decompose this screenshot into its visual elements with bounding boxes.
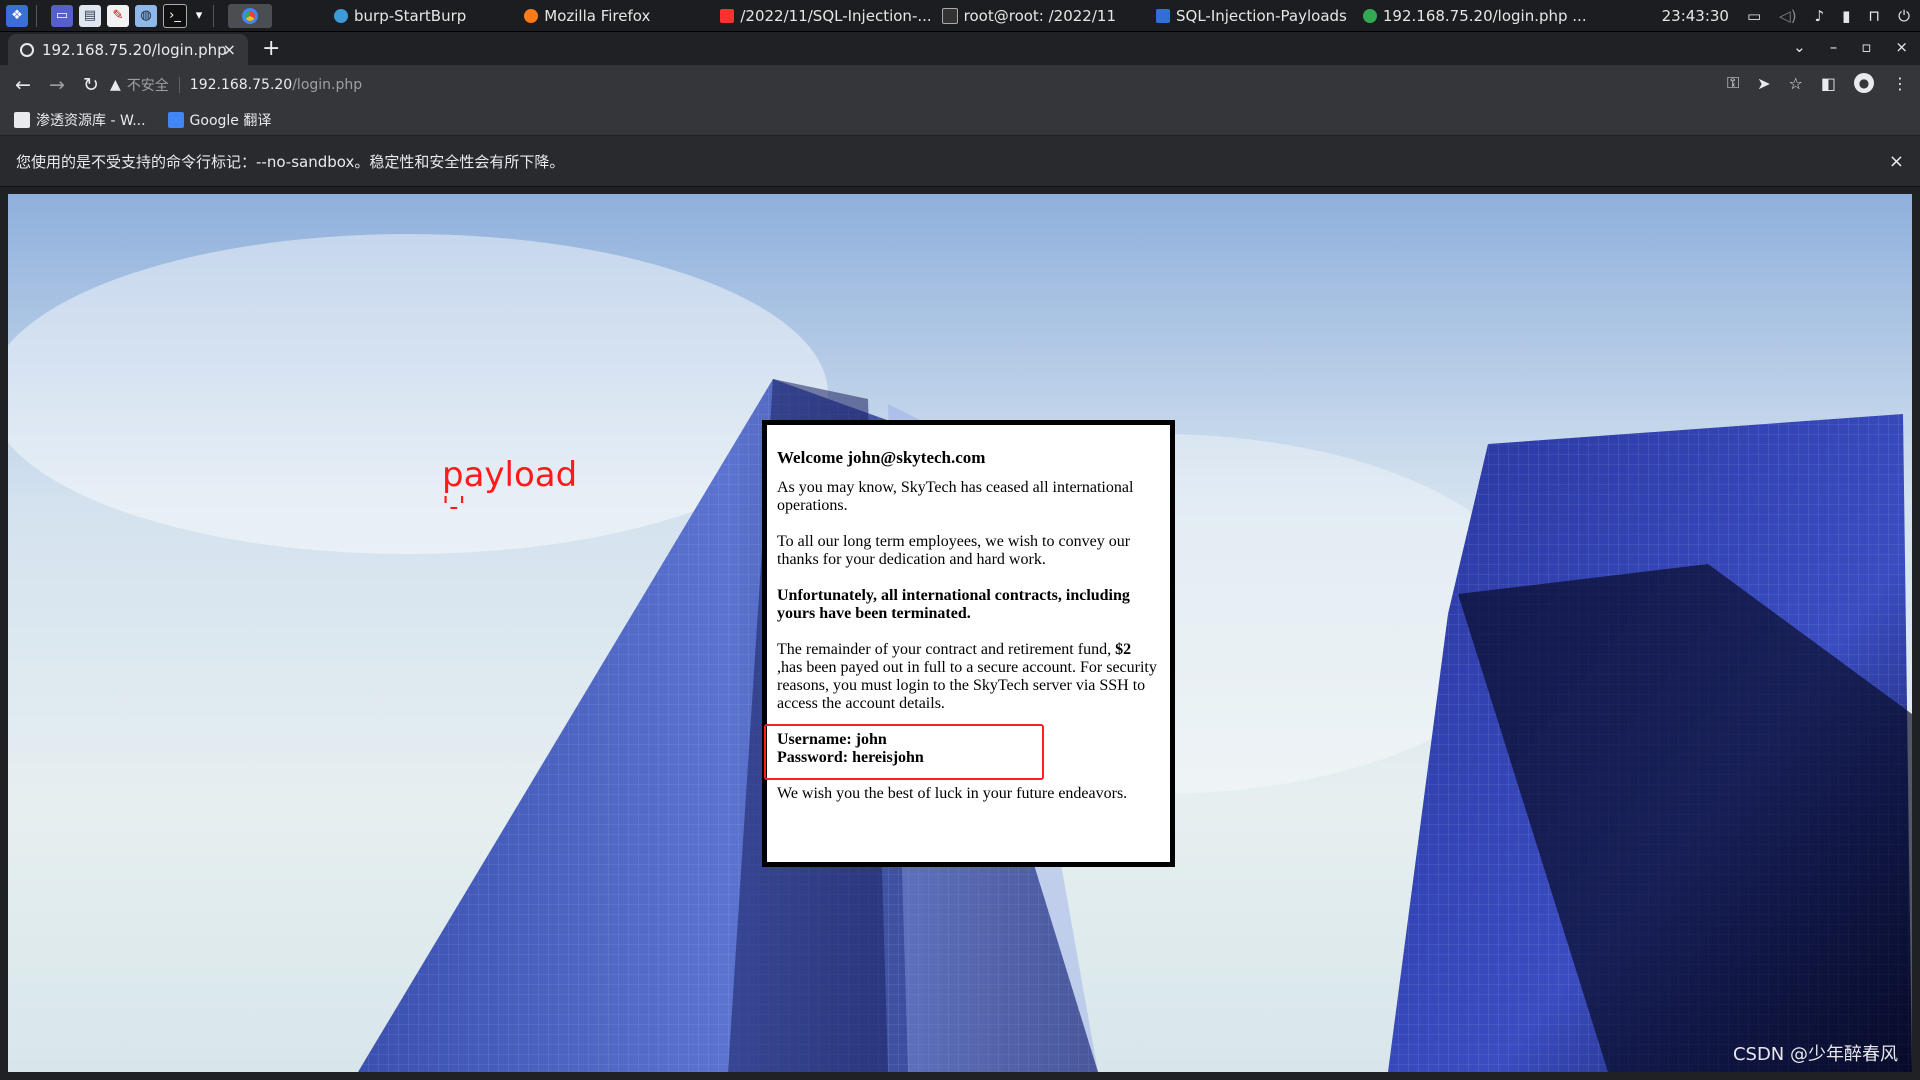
welcome-heading: Welcome john@skytech.com	[777, 448, 986, 467]
volume-icon[interactable]: ◁)	[1779, 7, 1796, 25]
globe-icon	[20, 42, 34, 57]
browser-globe-icon[interactable]: ◍	[135, 4, 157, 27]
desktop-icon[interactable]: ▭	[51, 4, 73, 27]
power-icon[interactable]: ⏻	[1898, 7, 1910, 25]
payload-annotation: payload '-'	[442, 456, 577, 520]
key-icon[interactable]: ⚿	[1727, 73, 1739, 93]
google-translate-icon	[167, 112, 184, 128]
bookmark-label: Google 翻译	[189, 113, 272, 129]
forward-button[interactable]: →	[46, 74, 68, 96]
fund-text-post: ,has been payed out in full to a secure …	[777, 659, 1157, 712]
close-window-icon[interactable]: ×	[1895, 38, 1908, 56]
infobar-message: 您使用的是不受支持的命令行标记：--no-sandbox。稳定性和安全性会有所下…	[16, 152, 565, 171]
url-host: 192.168.75.20	[189, 77, 293, 93]
bookmark-item[interactable]: 渗透资源库 - W...	[14, 110, 146, 130]
text-editor-icon[interactable]: ✎	[107, 4, 129, 27]
watermark: CSDN @少年醉春风	[1732, 1044, 1898, 1065]
infobar: 您使用的是不受支持的命令行标记：--no-sandbox。稳定性和安全性会有所下…	[0, 136, 1920, 187]
taskbar-task-label: /2022/11/SQL-Injection-...	[740, 6, 932, 25]
taskbar: ❖ ▭ ▤ ✎ ◍ ›_ ▾ burp-StartBurp Mozilla Fi…	[0, 0, 1920, 32]
close-icon[interactable]: ×	[1889, 151, 1904, 172]
fund-text-pre: The remainder of your contract and retir…	[777, 641, 1116, 658]
taskbar-separator	[213, 4, 214, 27]
welcome-card: Welcome john@skytech.com As you may know…	[762, 420, 1175, 867]
taskbar-task-label: root@root: /2022/11	[963, 6, 1116, 25]
paragraph-closing: We wish you the best of luck in your fut…	[777, 785, 1128, 802]
taskbar-task-label: SQL-Injection-Payloads	[1176, 6, 1347, 25]
chevron-down-icon[interactable]: ▾	[193, 5, 205, 27]
close-icon[interactable]: ×	[223, 40, 236, 59]
taskbar-task-firefox[interactable]: Mozilla Firefox	[524, 7, 650, 25]
tab-title: 192.168.75.20/login.php	[42, 40, 227, 59]
paragraph-terminated: Unfortunately, all international contrac…	[777, 587, 1160, 623]
security-label[interactable]: 不安全	[127, 75, 169, 95]
payload-label: payload	[442, 455, 578, 495]
battery-icon[interactable]: ▮	[1842, 7, 1850, 25]
bookmarks-bar: 渗透资源库 - W... Google 翻译	[0, 105, 1920, 136]
bookmark-item[interactable]: Google 翻译	[167, 110, 272, 130]
browser-toolbar: ← → ↻ ▲ 不安全 192.168.75.20 /login.php ⚿ ➤…	[0, 65, 1920, 105]
address-bar[interactable]: ▲ 不安全 192.168.75.20 /login.php	[110, 70, 1710, 100]
taskbar-task-label: 192.168.75.20/login.php ...	[1382, 6, 1587, 25]
tab-search-icon[interactable]: ⌄	[1793, 38, 1806, 56]
bookmark-label: 渗透资源库 - W...	[36, 113, 146, 129]
paragraph-fund: The remainder of your contract and retir…	[777, 641, 1160, 713]
taskbar-task-chrome[interactable]: 192.168.75.20/login.php ...	[1362, 6, 1587, 25]
taskbar-task-editor[interactable]: /2022/11/SQL-Injection-...	[720, 6, 932, 25]
terminated-text: Unfortunately, all international contrac…	[777, 587, 1130, 622]
firefox-icon	[524, 8, 539, 23]
menu-icon[interactable]: ⋮	[1892, 74, 1908, 93]
tab-login[interactable]: 192.168.75.20/login.php ×	[8, 34, 248, 65]
send-icon[interactable]: ➤	[1757, 74, 1770, 93]
side-panel-icon[interactable]: ◧	[1821, 74, 1836, 93]
terminal-icon[interactable]: ›_	[163, 3, 187, 28]
chrome-icon	[1362, 8, 1377, 23]
kali-menu-icon[interactable]: ❖	[6, 4, 28, 27]
system-tray: 23:43:30 ▭ ◁) ♪ ▮ ⊓ ⏻	[1662, 0, 1910, 31]
taskbar-task-terminal[interactable]: root@root: /2022/11	[941, 6, 1116, 25]
file-manager-icon[interactable]: ▤	[79, 4, 101, 27]
taskbar-task-folder[interactable]: SQL-Injection-Payloads	[1156, 7, 1347, 25]
paragraph-operations: As you may know, SkyTech has ceased all …	[777, 479, 1134, 514]
url-path: /login.php	[292, 77, 363, 93]
bookmark-favicon-icon	[14, 112, 30, 128]
document-icon	[720, 8, 735, 23]
warning-icon[interactable]: ▲	[110, 77, 121, 93]
paragraph-thanks: To all our long term employees, we wish …	[777, 533, 1131, 568]
taskbar-task-label: burp-StartBurp	[354, 6, 467, 25]
page-viewport: payload '-' Welcome john@skytech.com As …	[8, 194, 1912, 1072]
chrome-logo-icon	[242, 7, 258, 24]
profile-avatar-icon[interactable]: ●	[1854, 73, 1874, 93]
reload-button[interactable]: ↻	[80, 74, 102, 96]
payload-value: '-'	[442, 492, 466, 522]
fund-amount: $2	[1115, 641, 1132, 658]
bell-icon[interactable]: ♪	[1815, 7, 1825, 25]
back-button[interactable]: ←	[12, 74, 34, 96]
taskbar-separator	[36, 4, 37, 27]
tab-bar: 192.168.75.20/login.php × + ⌄ – ▫ ×	[0, 32, 1920, 65]
omnibox-divider	[178, 77, 180, 93]
toolbar-actions: ⚿ ➤ ☆ ◧ ● ⋮	[1727, 73, 1908, 93]
clock[interactable]: 23:43:30	[1662, 7, 1729, 25]
taskbar-task-burp[interactable]: burp-StartBurp	[334, 7, 466, 25]
burp-icon	[334, 8, 348, 23]
new-tab-button[interactable]: +	[262, 36, 280, 61]
chrome-icon[interactable]	[228, 3, 272, 28]
star-icon[interactable]: ☆	[1789, 74, 1803, 93]
window-controls: ⌄ – ▫ ×	[1793, 38, 1908, 56]
terminal-icon	[941, 7, 958, 24]
lock-icon[interactable]: ⊓	[1868, 7, 1880, 25]
display-icon[interactable]: ▭	[1747, 7, 1761, 25]
folder-icon	[1156, 8, 1170, 23]
minimize-icon[interactable]: –	[1830, 38, 1838, 56]
maximize-icon[interactable]: ▫	[1861, 38, 1871, 56]
taskbar-task-label: Mozilla Firefox	[544, 6, 651, 25]
credentials-highlight-box	[764, 724, 1044, 780]
